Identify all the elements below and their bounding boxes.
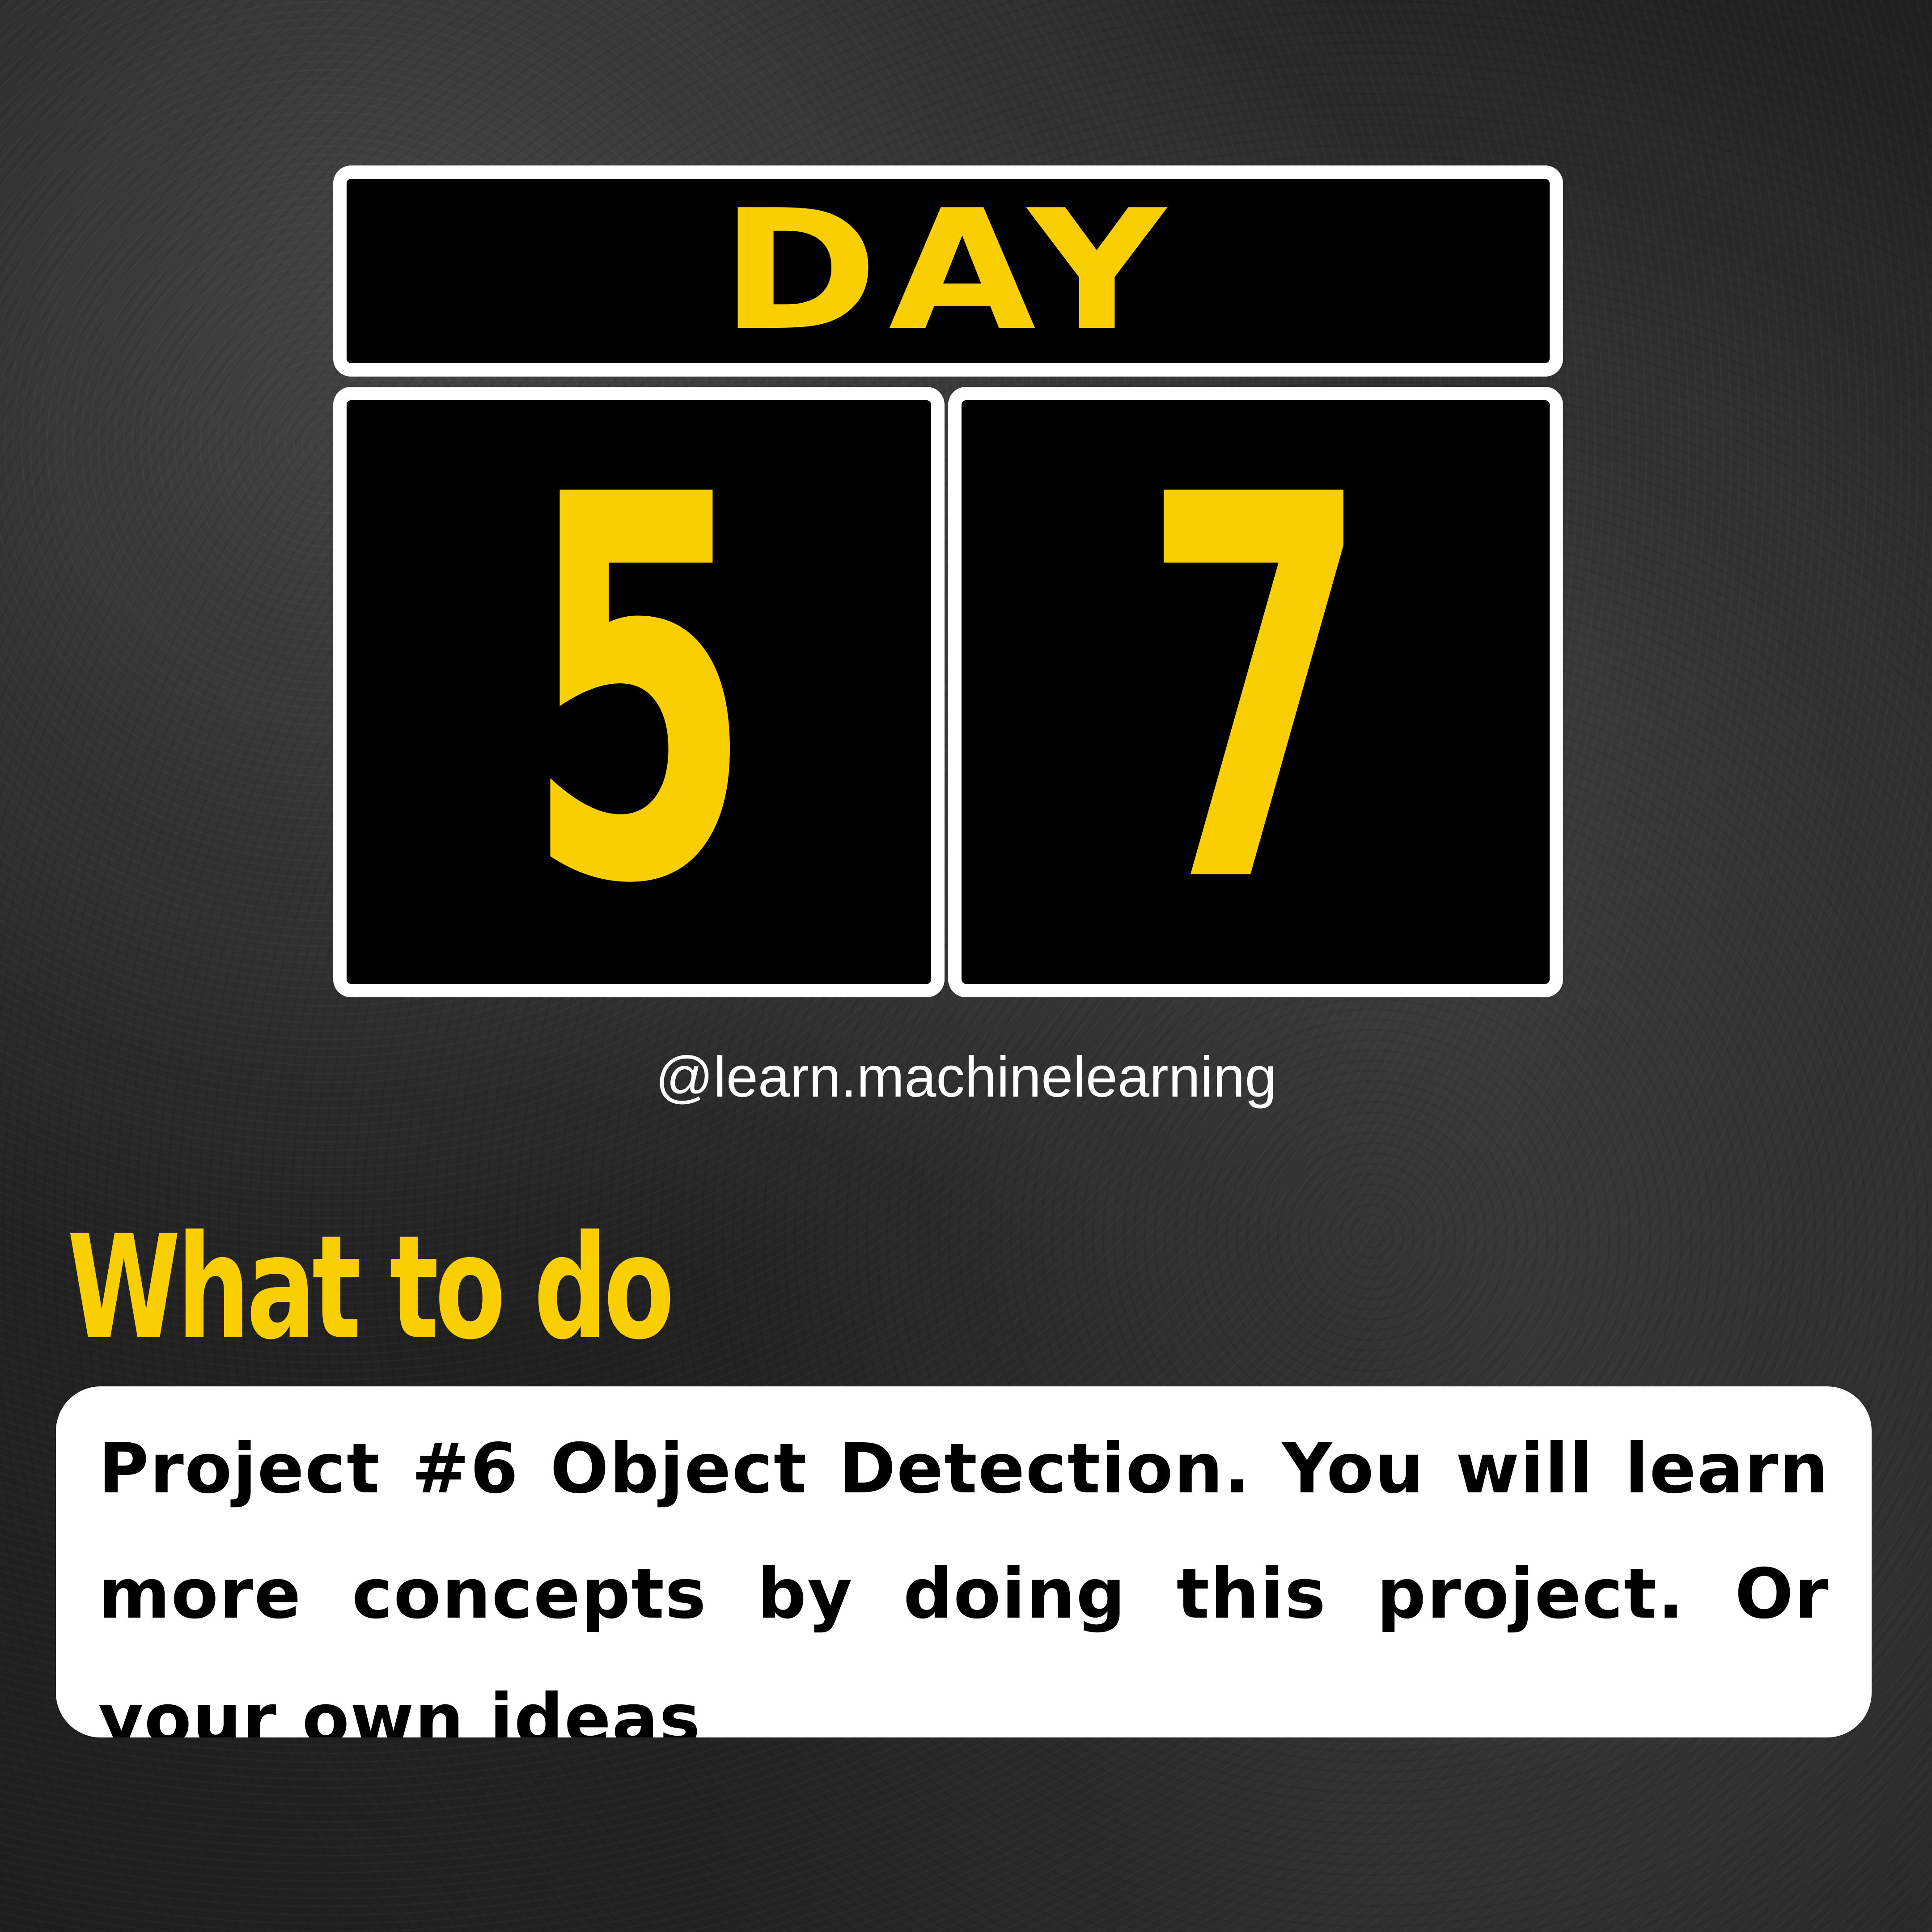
day-digit-ones: 7: [1141, 387, 1370, 997]
task-card: Project #6 Object Detection. You will le…: [56, 1386, 1872, 1737]
task-description: Project #6 Object Detection. You will le…: [98, 1429, 1829, 1737]
day-label: DAY: [720, 175, 1176, 367]
account-handle: @learn.machinelearning: [655, 1045, 1277, 1109]
day-digit-tile-ones: 7: [948, 387, 1563, 997]
day-digit-tile-tens: 5: [333, 387, 945, 997]
day-digit-tens: 5: [525, 387, 753, 997]
day-label-tile: DAY: [333, 165, 1563, 377]
section-heading: What to do: [67, 1205, 674, 1371]
